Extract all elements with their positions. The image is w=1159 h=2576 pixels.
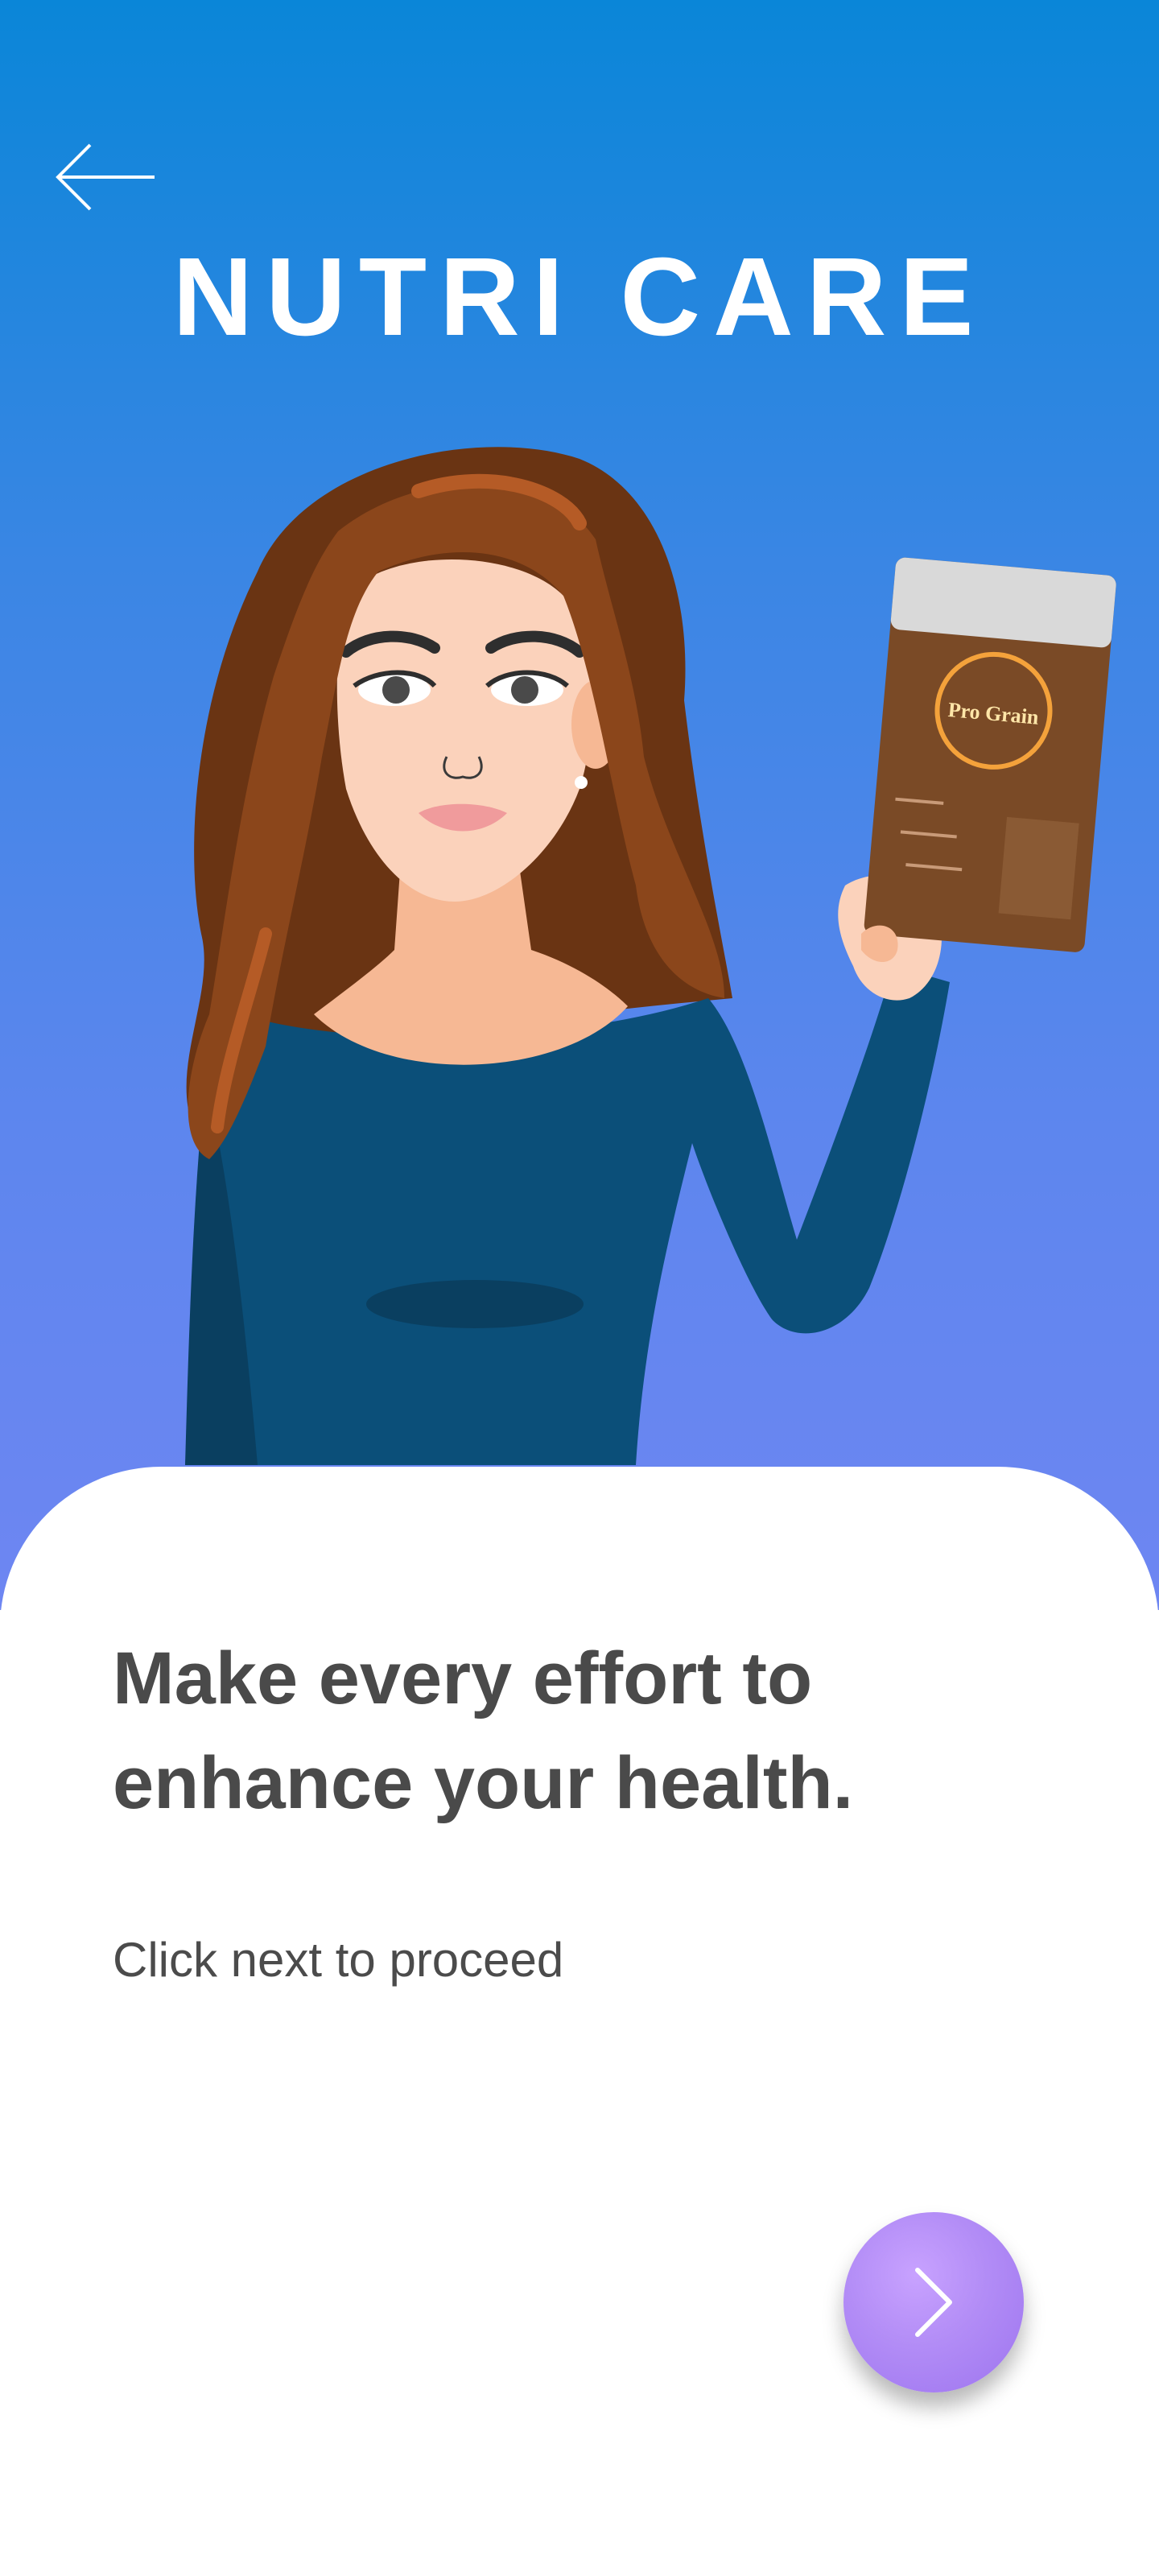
headline: Make every effort to enhance your health…: [113, 1626, 1062, 1835]
product-bag: Pro Grain: [864, 557, 1116, 952]
earring: [575, 776, 588, 789]
headline-line-2: enhance your health.: [113, 1742, 854, 1824]
woman-illustration: Pro Grain: [185, 447, 1116, 1465]
headline-line-1: Make every effort to: [113, 1637, 813, 1719]
next-button[interactable]: [843, 2212, 1024, 2392]
app-title: NUTRI CARE: [172, 235, 987, 359]
arrow-left-icon: [56, 143, 155, 211]
back-button[interactable]: [50, 137, 163, 217]
subtitle: Click next to proceed: [113, 1933, 564, 1987]
chevron-right-icon: [915, 2268, 952, 2337]
sweater-fold: [366, 1280, 584, 1328]
